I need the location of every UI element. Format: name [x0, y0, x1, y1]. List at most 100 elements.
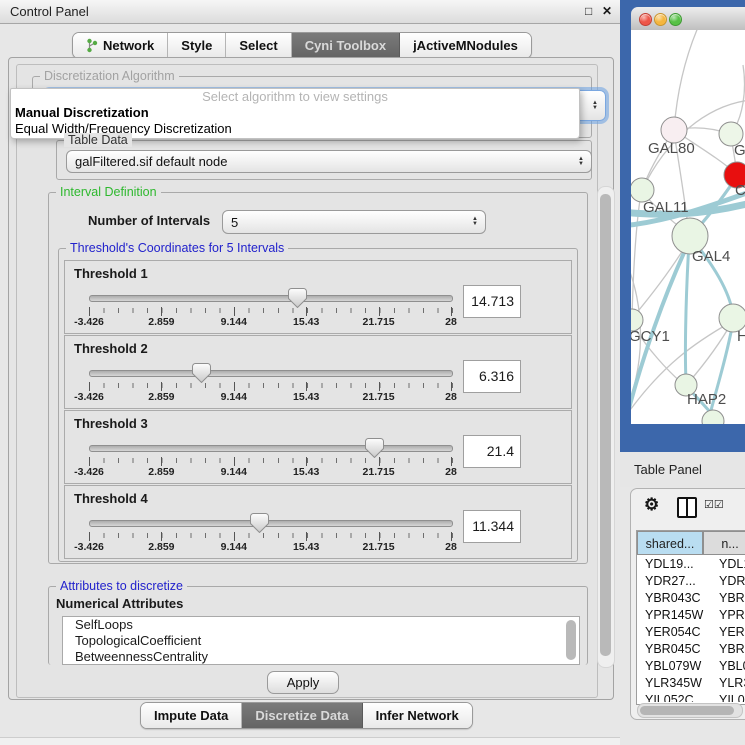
table-row[interactable]: YDR27...YDR2 — [637, 573, 745, 590]
table-cell[interactable]: YLR3 — [711, 675, 745, 692]
table-cell[interactable]: YBR045C — [637, 641, 711, 658]
table-cell[interactable]: YDL19... — [637, 556, 711, 573]
slider-minor-ticks — [89, 308, 453, 313]
network-node-unlabeled[interactable] — [702, 410, 724, 424]
threshold-panel-2: Threshold 2-3.4262.8599.14415.4321.71528… — [64, 335, 572, 409]
main-scrollbar-thumb[interactable] — [600, 194, 611, 656]
threshold-2-value-field[interactable]: 6.316 — [463, 360, 521, 393]
columns-icon[interactable] — [677, 497, 697, 518]
algorithm-option-manual-discretization[interactable]: Manual Discretization — [11, 105, 579, 121]
table-panel-title: Table Panel — [634, 462, 702, 477]
window-button-zoom[interactable] — [669, 13, 682, 26]
window-button-close[interactable] — [639, 13, 652, 26]
checkboxes-icon[interactable]: ☑☑ — [704, 498, 724, 511]
threshold-2-slider-thumb[interactable] — [192, 363, 211, 383]
attributes-list: SelfLoopsTopologicalCoefficientBetweenne… — [62, 616, 580, 665]
threshold-4-slider-track[interactable] — [89, 520, 453, 527]
float-icon[interactable]: □ — [585, 4, 592, 18]
table-row[interactable]: YIL052CYIL0 — [637, 692, 745, 702]
close-icon[interactable]: ✕ — [602, 4, 612, 18]
number-of-intervals-combo[interactable]: 5 ▲▼ — [222, 210, 486, 234]
table-cell[interactable]: YPR145W — [637, 607, 711, 624]
tab-jactivemnodules[interactable]: jActiveMNodules — [400, 33, 531, 58]
table-cell[interactable]: YBR0 — [711, 641, 745, 658]
control-panel-titlebar: Control Panel □ ✕ — [0, 0, 620, 24]
attribute-item-betweennesscentrality[interactable]: BetweennessCentrality — [63, 649, 579, 665]
table-row[interactable]: YBL079WYBL0 — [637, 658, 745, 675]
network-canvas[interactable]: GAL80GACGAL11GAL4GCY1HHAP2 — [631, 30, 745, 424]
tab-network[interactable]: Network — [73, 33, 168, 58]
slider-major-tick — [89, 457, 90, 466]
gear-icon[interactable]: ⚙ — [644, 495, 659, 515]
threshold-3-slider-thumb[interactable] — [365, 438, 384, 458]
table-row[interactable]: YLR345WYLR3 — [637, 675, 745, 692]
threshold-4-slider-thumb[interactable] — [250, 513, 269, 533]
threshold-4-value-field[interactable]: 11.344 — [463, 510, 521, 543]
threshold-1-slider-thumb[interactable] — [288, 288, 307, 308]
table-cell[interactable]: YBL079W — [637, 658, 711, 675]
tab-label: Infer Network — [376, 708, 459, 723]
table-row[interactable]: YDL19...YDL1 — [637, 556, 745, 573]
table-row[interactable]: YER054CYER0 — [637, 624, 745, 641]
threshold-1-slider-track[interactable] — [89, 295, 453, 302]
combo-arrows-icon: ▲▼ — [592, 101, 598, 111]
table-cell[interactable]: YIL052C — [637, 692, 711, 702]
threshold-panel-3: Threshold 3-3.4262.8599.14415.4321.71528… — [64, 410, 572, 484]
table-hscrollbar[interactable] — [637, 703, 743, 718]
tab-label: Impute Data — [154, 708, 228, 723]
slider-major-tick — [451, 532, 452, 541]
number-of-intervals-label: Number of Intervals — [88, 213, 210, 228]
threshold-1-value-field[interactable]: 14.713 — [463, 285, 521, 318]
slider-tick-label: 15.43 — [293, 391, 319, 403]
bottom-tab-discretize-data[interactable]: Discretize Data — [242, 703, 362, 728]
table-row[interactable]: YBR043CYBR0 — [637, 590, 745, 607]
tab-style[interactable]: Style — [168, 33, 226, 58]
table-cell[interactable]: YDR27... — [637, 573, 711, 590]
network-node-label: GA — [734, 142, 745, 159]
tab-select[interactable]: Select — [226, 33, 291, 58]
tab-label: Style — [181, 38, 212, 53]
main-scrollbar[interactable] — [597, 186, 615, 668]
table-data-title: Table Data — [64, 133, 132, 147]
bottom-tab-impute-data[interactable]: Impute Data — [141, 703, 242, 728]
network-node-label: GAL80 — [648, 140, 695, 157]
table-cell[interactable]: YLR345W — [637, 675, 711, 692]
table-cell[interactable]: YBL0 — [711, 658, 745, 675]
table-cell[interactable]: YPR1 — [711, 607, 745, 624]
tab-cyni-toolbox[interactable]: Cyni Toolbox — [292, 33, 400, 58]
slider-tick-label: 21.715 — [363, 541, 395, 553]
table-cell[interactable]: YER054C — [637, 624, 711, 641]
interval-definition-title: Interval Definition — [56, 185, 161, 199]
table-row[interactable]: YPR145WYPR1 — [637, 607, 745, 624]
attributes-scrollbar-thumb[interactable] — [566, 620, 576, 660]
apply-button[interactable]: Apply — [267, 671, 339, 694]
slider-major-tick — [306, 382, 307, 391]
table-hscrollbar-thumb[interactable] — [640, 706, 734, 715]
threshold-label: Threshold 4 — [74, 491, 148, 506]
table-cell[interactable]: YER0 — [711, 624, 745, 641]
network-window-titlebar[interactable] — [631, 7, 745, 31]
slider-tick-label: 9.144 — [221, 391, 247, 403]
attribute-item-selfloops[interactable]: SelfLoops — [63, 617, 579, 633]
threshold-3-slider-track[interactable] — [89, 445, 453, 452]
table-data-combo[interactable]: galFiltered.sif default node ▲▼ — [66, 150, 592, 173]
bottom-tab-bar: Impute Data Discretize Data Infer Network — [140, 702, 473, 729]
threshold-2-slider-track[interactable] — [89, 370, 453, 377]
column-header-shared-[interactable]: shared... — [637, 531, 703, 555]
network-node-label: HAP2 — [687, 391, 726, 408]
slider-major-tick — [306, 307, 307, 316]
window-button-minimize[interactable] — [654, 13, 667, 26]
slider-major-tick — [451, 307, 452, 316]
bottom-tab-infer-network[interactable]: Infer Network — [363, 703, 472, 728]
column-header-n-[interactable]: n... — [703, 531, 745, 555]
table-cell[interactable]: YBR043C — [637, 590, 711, 607]
table-cell[interactable]: YIL0 — [711, 692, 745, 702]
table-cell[interactable]: YDR2 — [711, 573, 745, 590]
threshold-3-value-field[interactable]: 21.4 — [463, 435, 521, 468]
attribute-item-topologicalcoefficient[interactable]: TopologicalCoefficient — [63, 633, 579, 649]
table-cell[interactable]: YDL1 — [711, 556, 745, 573]
table-cell[interactable]: YBR0 — [711, 590, 745, 607]
tab-label: Network — [103, 38, 154, 53]
table-row[interactable]: YBR045CYBR0 — [637, 641, 745, 658]
slider-minor-ticks — [89, 458, 453, 463]
